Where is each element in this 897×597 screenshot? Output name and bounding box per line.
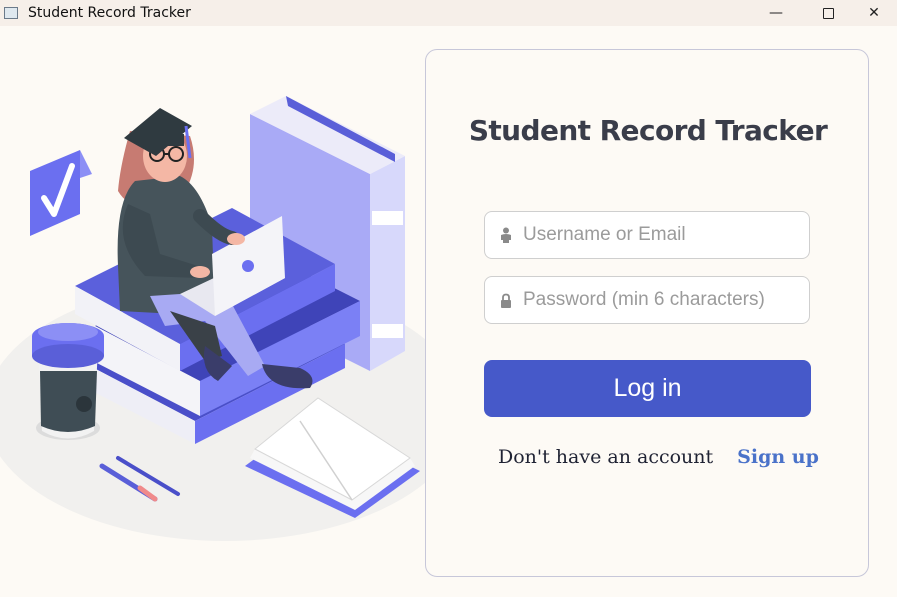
checkmark-icon [30,150,92,236]
window-title: Student Record Tracker [28,5,191,21]
app-icon [4,7,18,19]
signup-link[interactable]: Sign up [737,446,819,468]
title-bar: Student Record Tracker — ✕ [0,0,897,26]
login-button[interactable]: Log in [484,360,811,417]
student-illustration [0,96,465,541]
no-account-text: Don't have an account [498,446,714,468]
lock-icon [499,292,513,308]
window-controls: — ✕ [747,0,897,26]
username-field[interactable] [484,211,810,259]
coffee-cup [32,323,104,440]
close-button[interactable]: ✕ [851,0,897,26]
person-icon [499,227,513,243]
password-input[interactable] [521,288,809,312]
minimize-button[interactable]: — [747,0,805,26]
login-card: Student Record Tracker Log in Don't have… [425,49,869,577]
maximize-button[interactable] [805,0,851,26]
username-input[interactable] [521,223,809,247]
signup-row: Don't have an account Sign up [498,446,819,468]
page-title: Student Record Tracker [468,114,828,147]
maximize-icon [822,7,834,19]
password-field[interactable] [484,276,810,324]
